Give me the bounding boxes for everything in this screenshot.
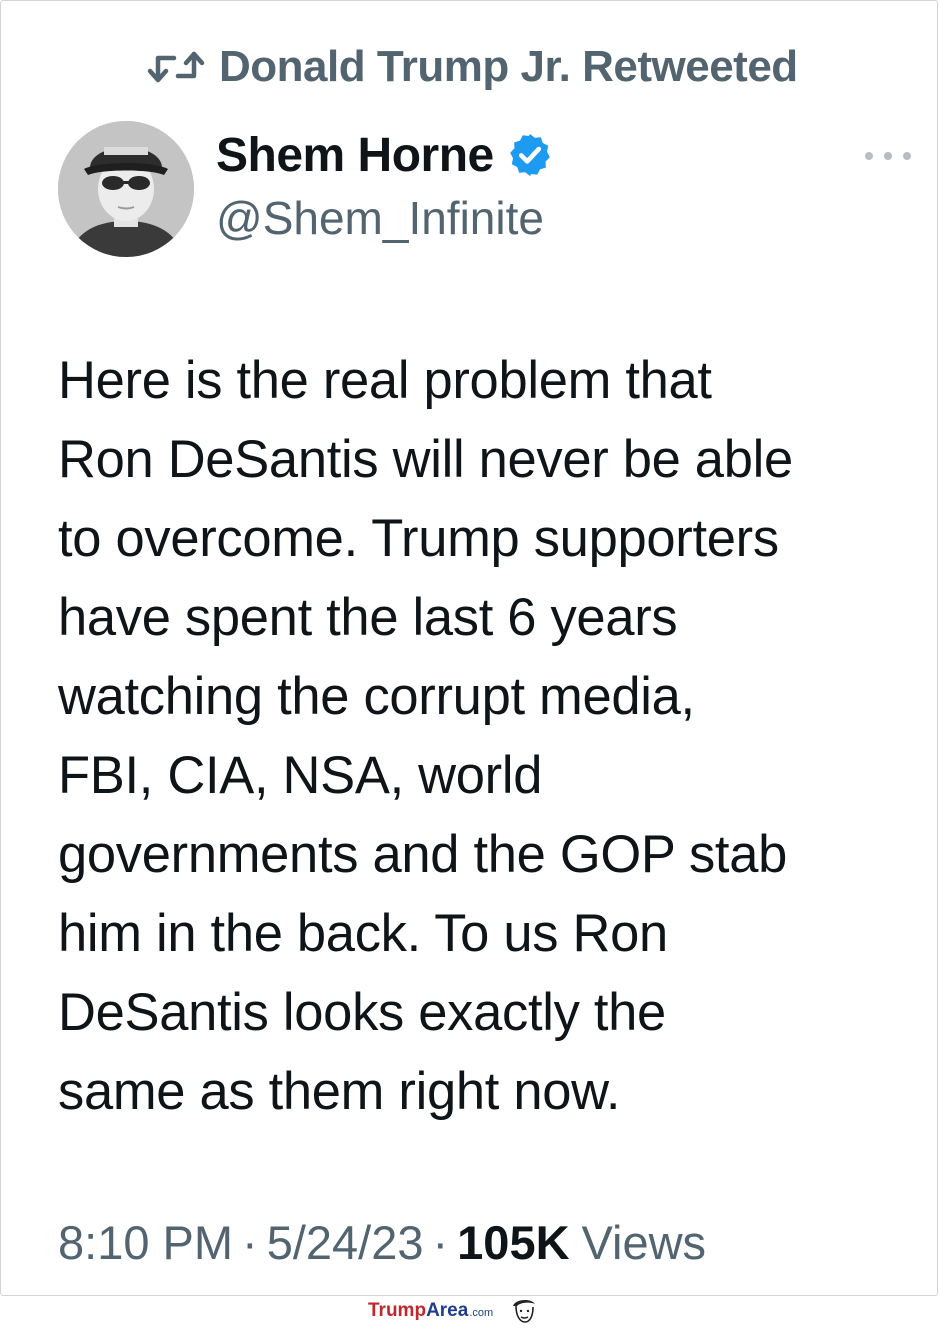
tweet-meta: 8:10 PM · 5/24/23 · 105K Views — [58, 1206, 706, 1278]
more-dot — [865, 152, 873, 160]
author-block: Shem Horne @Shem_Infinite — [216, 125, 554, 245]
display-name[interactable]: Shem Horne — [216, 128, 494, 183]
watermark-text: TrumpArea.com — [368, 1300, 493, 1322]
verified-badge-icon — [506, 131, 554, 179]
meta-separator: · — [242, 1215, 258, 1269]
avatar[interactable] — [58, 121, 194, 257]
retweet-icon — [147, 47, 205, 87]
more-dot — [884, 152, 892, 160]
watermark-trump: Trump — [368, 1299, 427, 1321]
tweet-time[interactable]: 8:10 PM — [58, 1215, 233, 1270]
watermark-area: Area — [426, 1299, 469, 1321]
retweeted-by-label: Donald Trump Jr. Retweeted — [219, 42, 798, 91]
meta-separator: · — [432, 1215, 449, 1269]
retweet-context[interactable]: Donald Trump Jr. Retweeted — [147, 39, 798, 95]
tweet-text: Here is the real problem that Ron DeSant… — [58, 351, 793, 1121]
trump-caricature-icon — [507, 1298, 541, 1323]
more-options-icon[interactable] — [865, 141, 911, 171]
author-name-line: Shem Horne — [216, 125, 554, 185]
watermark-com: .com — [469, 1306, 494, 1319]
tweet-date[interactable]: 5/24/23 — [267, 1215, 424, 1270]
more-dot — [903, 152, 911, 160]
watermark-logo: TrumpArea.com — [368, 1298, 541, 1323]
views-count: 105K — [457, 1215, 570, 1269]
user-handle[interactable]: @Shem_Infinite — [216, 191, 554, 245]
tweet-card[interactable]: Donald Trump Jr. Retweeted Shem Horne @S… — [0, 0, 938, 1296]
views-label: Views — [581, 1215, 707, 1269]
